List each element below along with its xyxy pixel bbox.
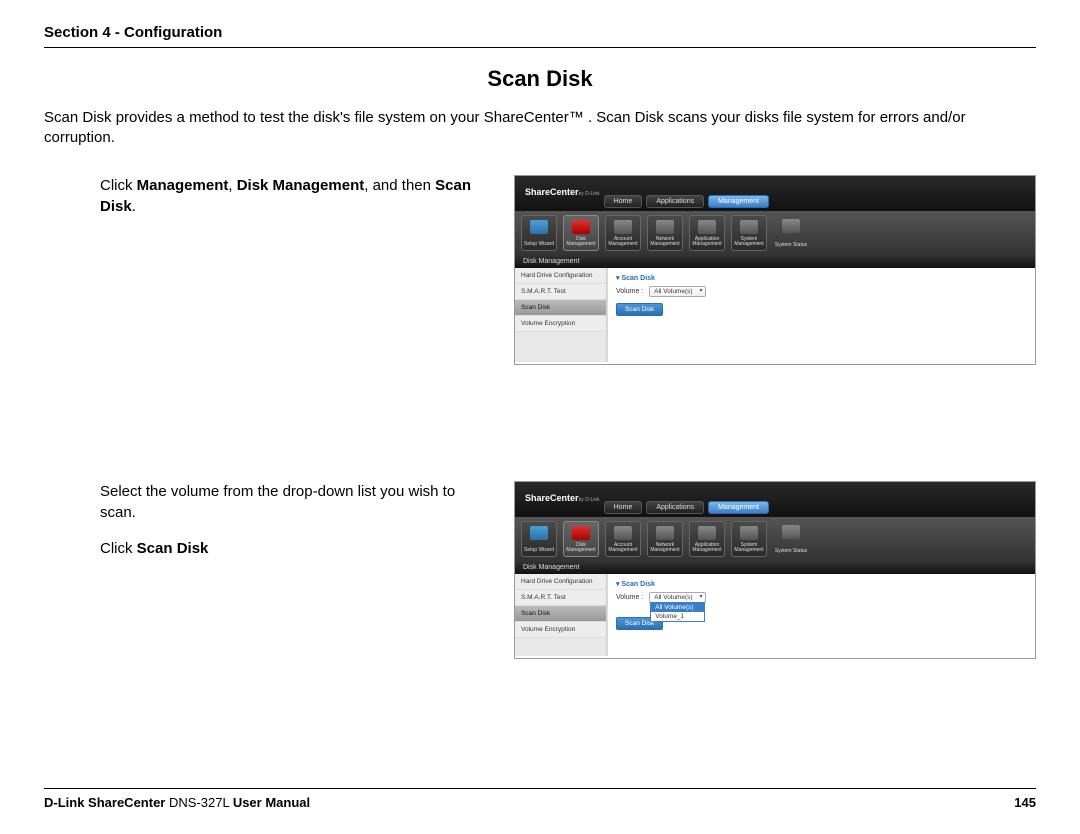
screenshot-1: ShareCenterby D-Link Home Applications M… — [514, 175, 1036, 365]
ss1-sidebar: Hard Drive Configuration S.M.A.R.T. Test… — [515, 268, 607, 362]
footer-left: D-Link ShareCenter DNS-327L User Manual — [44, 795, 310, 810]
ss1-brand: ShareCenterby D-Link — [521, 187, 600, 197]
ss2-icon-system[interactable]: System Management — [731, 521, 767, 557]
footer-page-number: 145 — [1014, 795, 1036, 810]
ss2-tab-applications[interactable]: Applications — [646, 501, 704, 514]
ss2-icon-account[interactable]: Account Management — [605, 521, 641, 557]
step1-sep1: , — [228, 177, 236, 194]
ss1-side-scan[interactable]: Scan Disk — [515, 300, 606, 316]
ss2-icon-network[interactable]: Network Management — [647, 521, 683, 557]
section-header: Section 4 - Configuration — [44, 24, 1036, 48]
step1-sep2: , and then — [364, 177, 435, 194]
ss1-icon-account[interactable]: Account Management — [605, 215, 641, 251]
ss1-side-smart[interactable]: S.M.A.R.T. Test — [515, 284, 606, 300]
ss1-iconrow: Setup Wizard Disk Management Account Man… — [515, 211, 1035, 255]
screenshot-2: ShareCenterby D-Link Home Applications M… — [514, 481, 1036, 659]
ss1-side-enc[interactable]: Volume Encryption — [515, 316, 606, 332]
ss1-icon-system[interactable]: System Management — [731, 215, 767, 251]
ss2-sidebar: Hard Drive Configuration S.M.A.R.T. Test… — [515, 574, 607, 656]
ss2-side-scan[interactable]: Scan Disk — [515, 606, 606, 622]
step-2-text: Select the volume from the drop-down lis… — [44, 481, 514, 574]
ss2-tab-home[interactable]: Home — [604, 501, 643, 514]
step2-line2-prefix: Click — [100, 540, 137, 557]
ss1-tab-applications[interactable]: Applications — [646, 195, 704, 208]
ss1-panel-title: ▾ Scan Disk — [616, 274, 1027, 282]
ss2-iconrow: Setup Wizard Disk Management Account Man… — [515, 517, 1035, 561]
ss1-volume-select[interactable]: All Volume(s) — [649, 286, 705, 297]
step-1: Click Management, Disk Management, and t… — [44, 175, 1036, 365]
step1-suffix: . — [132, 198, 136, 215]
ss2-icon-disk[interactable]: Disk Management — [563, 521, 599, 557]
step-2: Select the volume from the drop-down lis… — [44, 481, 1036, 659]
ss1-scan-button[interactable]: Scan Disk — [616, 303, 663, 316]
ss1-tab-home[interactable]: Home — [604, 195, 643, 208]
ss2-dd-opt0[interactable]: All Volume(s) — [651, 603, 703, 612]
step-1-text: Click Management, Disk Management, and t… — [44, 175, 514, 233]
ss2-icon-application[interactable]: Application Management — [689, 521, 725, 557]
ss2-icon-status[interactable]: System Status — [773, 521, 809, 557]
ss2-icon-setup[interactable]: Setup Wizard — [521, 521, 557, 557]
intro-paragraph: Scan Disk provides a method to test the … — [44, 108, 1036, 149]
ss2-side-smart[interactable]: S.M.A.R.T. Test — [515, 590, 606, 606]
ss2-tab-management[interactable]: Management — [708, 501, 769, 514]
ss2-volume-dropdown[interactable]: All Volume(s) Volume_1 — [650, 602, 704, 622]
ss1-main: ▾ Scan Disk Volume : All Volume(s) Scan … — [607, 268, 1035, 362]
ss2-panel-title: ▾ Scan Disk — [616, 580, 1027, 588]
ss1-side-hdd[interactable]: Hard Drive Configuration — [515, 268, 606, 284]
ss1-icon-network[interactable]: Network Management — [647, 215, 683, 251]
ss2-volume-label: Volume : — [616, 594, 643, 601]
ss1-icon-setup[interactable]: Setup Wizard — [521, 215, 557, 251]
ss2-section-bar: Disk Management — [515, 561, 1035, 574]
ss1-icon-status[interactable]: System Status — [773, 215, 809, 251]
step2-line1: Select the volume from the drop-down lis… — [100, 481, 494, 525]
step2-line2-bold: Scan Disk — [137, 540, 209, 557]
ss1-icon-disk[interactable]: Disk Management — [563, 215, 599, 251]
ss1-tab-management[interactable]: Management — [708, 195, 769, 208]
ss2-side-enc[interactable]: Volume Encryption — [515, 622, 606, 638]
ss1-section-bar: Disk Management — [515, 255, 1035, 268]
ss2-brand: ShareCenterby D-Link — [521, 493, 600, 503]
step1-b2: Disk Management — [237, 177, 365, 194]
ss2-side-hdd[interactable]: Hard Drive Configuration — [515, 574, 606, 590]
page-footer: D-Link ShareCenter DNS-327L User Manual … — [44, 788, 1036, 810]
ss1-topbar: ShareCenterby D-Link Home Applications M… — [515, 176, 1035, 211]
ss2-dd-opt1[interactable]: Volume_1 — [651, 612, 703, 621]
ss1-volume-label: Volume : — [616, 288, 643, 295]
step1-prefix: Click — [100, 177, 137, 194]
step1-b1: Management — [137, 177, 229, 194]
ss2-topbar: ShareCenterby D-Link Home Applications M… — [515, 482, 1035, 517]
page-title: Scan Disk — [44, 66, 1036, 92]
ss1-icon-application[interactable]: Application Management — [689, 215, 725, 251]
ss2-volume-select[interactable]: All Volume(s) All Volume(s) Volume_1 — [649, 592, 705, 603]
ss2-main: ▾ Scan Disk Volume : All Volume(s) All V… — [607, 574, 1035, 656]
